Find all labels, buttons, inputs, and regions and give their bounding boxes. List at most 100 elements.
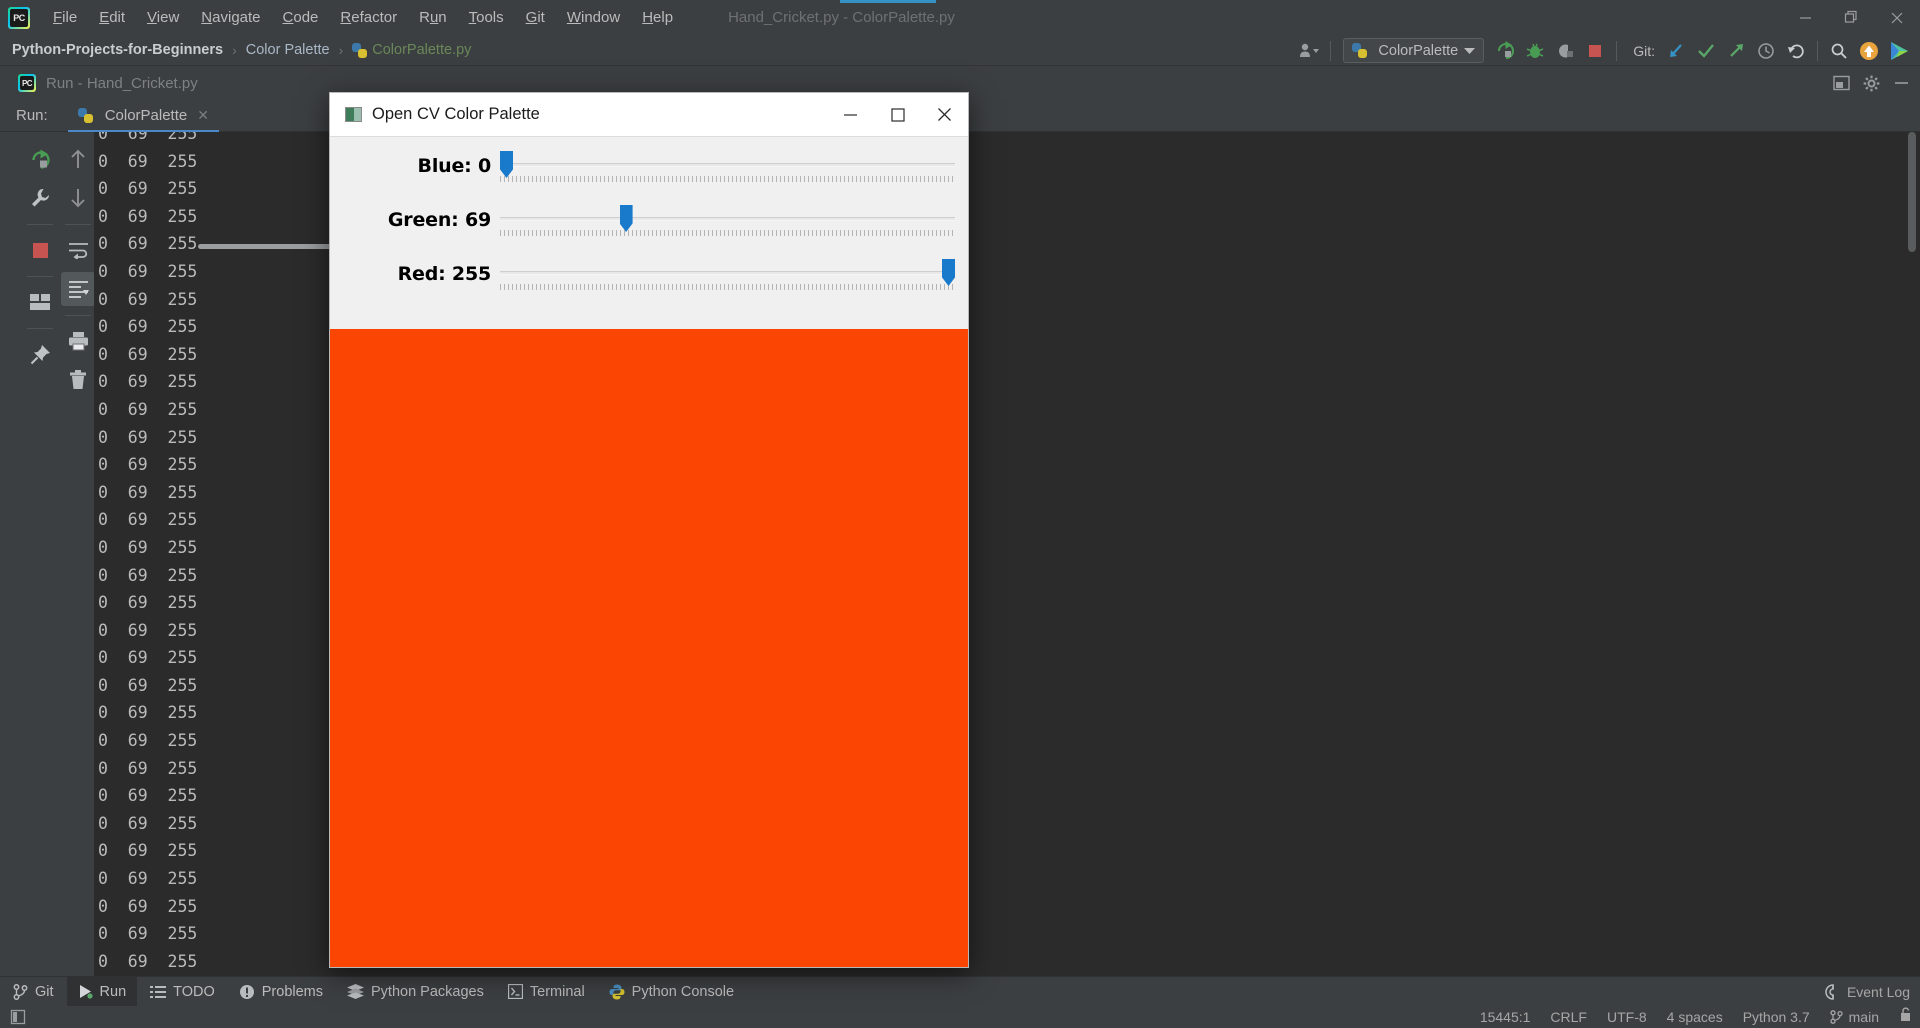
- ide-features-trainer-icon[interactable]: [1884, 38, 1914, 64]
- menu-file[interactable]: File: [42, 5, 88, 30]
- trackbar-blue-thumb[interactable]: [500, 151, 513, 178]
- toolbar-divider: [1330, 40, 1332, 61]
- trackbar-green-thumb[interactable]: [619, 205, 633, 232]
- opencv-color-palette-window[interactable]: Open CV Color Palette Blue: 0 Green: 69 …: [329, 92, 969, 968]
- trackbar-green[interactable]: Green: 69: [330, 203, 970, 249]
- update-available-icon[interactable]: [1854, 38, 1884, 64]
- git-history-button[interactable]: [1751, 38, 1781, 64]
- opencv-close-button[interactable]: [921, 93, 968, 137]
- tool-window-button-terminal[interactable]: Terminal: [497, 977, 596, 1007]
- event-log-button[interactable]: Event Log: [1825, 984, 1910, 1000]
- trackbar-red-label: Red: 255: [397, 263, 492, 285]
- toolbar-divider: [65, 315, 91, 316]
- minimize-button[interactable]: [1782, 0, 1828, 35]
- problems-icon: [239, 984, 254, 999]
- git-commit-button[interactable]: [1691, 38, 1721, 64]
- caret-position[interactable]: 15445:1: [1480, 1009, 1531, 1025]
- console-vertical-scrollbar[interactable]: [1908, 132, 1916, 252]
- breadcrumb-folder[interactable]: Color Palette: [246, 42, 330, 58]
- opencv-maximize-button[interactable]: [874, 93, 921, 137]
- run-configuration-selector[interactable]: ColorPalette: [1343, 38, 1485, 63]
- tool-window-button-python-packages[interactable]: Python Packages: [336, 977, 495, 1007]
- run-icon: [79, 985, 93, 999]
- status-bar: 15445:1 CRLF UTF-8 4 spaces Python 3.7 m…: [0, 1006, 1920, 1028]
- toolbar-divider: [27, 224, 53, 225]
- tab-label: ColorPalette: [104, 107, 188, 124]
- file-encoding[interactable]: UTF-8: [1607, 1009, 1647, 1025]
- close-button[interactable]: [1874, 0, 1920, 35]
- line-separator[interactable]: CRLF: [1550, 1009, 1587, 1025]
- tool-window-button-todo[interactable]: TODO: [139, 977, 226, 1007]
- tool-window-button-problems[interactable]: Problems: [228, 977, 334, 1007]
- scroll-to-end-icon[interactable]: [61, 272, 95, 306]
- opencv-window-title: Open CV Color Palette: [372, 105, 540, 123]
- hide-icon[interactable]: [1826, 70, 1856, 96]
- soft-wrap-icon[interactable]: [61, 233, 95, 267]
- tool-window-label: TODO: [173, 983, 215, 1000]
- tool-window-button-run[interactable]: Run: [66, 976, 138, 1007]
- git-update-button[interactable]: [1661, 38, 1691, 64]
- opencv-window-titlebar[interactable]: Open CV Color Palette: [330, 93, 968, 137]
- menu-run[interactable]: Run: [408, 5, 458, 30]
- branch-name: main: [1848, 1009, 1879, 1025]
- stop-button[interactable]: [1580, 38, 1610, 64]
- lock-icon[interactable]: [1899, 1007, 1912, 1027]
- restore-button[interactable]: [1828, 0, 1874, 35]
- tool-window-label: Problems: [261, 983, 324, 1000]
- navigation-bar: Python-Projects-for-Beginners › Color Pa…: [0, 35, 1920, 66]
- git-branch-widget[interactable]: main: [1829, 1009, 1879, 1025]
- trackbar-green-track[interactable]: [500, 203, 955, 243]
- rerun-button[interactable]: [23, 142, 57, 176]
- run-button[interactable]: [1490, 38, 1520, 64]
- trackbar-rail: [500, 271, 955, 275]
- trackbar-red-thumb[interactable]: [942, 259, 955, 286]
- user-settings-icon[interactable]: [1294, 38, 1324, 64]
- tool-window-button-git[interactable]: Git: [2, 977, 65, 1007]
- chevron-down-icon: [1464, 47, 1476, 54]
- menu-code[interactable]: Code: [272, 5, 330, 30]
- arrow-down-icon[interactable]: [61, 181, 95, 215]
- show-tool-windows-icon[interactable]: [10, 1009, 26, 1025]
- tab-colorpalette[interactable]: ColorPalette ✕: [67, 100, 220, 132]
- run-tool-window-title: Run - Hand_Cricket.py: [46, 74, 198, 92]
- git-push-button[interactable]: [1721, 38, 1751, 64]
- breadcrumb-project[interactable]: Python-Projects-for-Beginners: [12, 42, 223, 58]
- trackbar-red-track[interactable]: [500, 257, 955, 297]
- tool-window-button-python-console[interactable]: Python Console: [598, 977, 745, 1007]
- event-log-label: Event Log: [1846, 983, 1910, 1000]
- menu-git[interactable]: Git: [515, 5, 556, 30]
- todo-list-icon: [150, 985, 167, 998]
- breadcrumb-file[interactable]: ColorPalette.py: [352, 42, 471, 58]
- indent-setting[interactable]: 4 spaces: [1667, 1009, 1723, 1025]
- debug-button[interactable]: [1520, 38, 1550, 64]
- gear-icon[interactable]: [1856, 70, 1886, 96]
- tool-window-label: Terminal: [529, 983, 585, 1000]
- menu-tools[interactable]: Tools: [458, 5, 515, 30]
- wrench-icon[interactable]: [23, 181, 57, 215]
- menu-view[interactable]: View: [136, 5, 190, 30]
- stop-square-icon[interactable]: [23, 233, 57, 267]
- left-gutter-strip: [0, 132, 18, 976]
- menu-window[interactable]: Window: [556, 5, 631, 30]
- trackbar-blue[interactable]: Blue: 0: [330, 149, 970, 195]
- python-interpreter[interactable]: Python 3.7: [1743, 1009, 1810, 1025]
- close-icon[interactable]: ✕: [197, 107, 209, 124]
- arrow-up-icon[interactable]: [61, 142, 95, 176]
- print-icon[interactable]: [61, 324, 95, 358]
- git-rollback-button[interactable]: [1781, 38, 1811, 64]
- pin-icon[interactable]: [23, 337, 57, 371]
- trackbar-red[interactable]: Red: 255: [330, 257, 970, 303]
- menu-navigate[interactable]: Navigate: [190, 5, 271, 30]
- opencv-minimize-button[interactable]: [827, 93, 874, 137]
- trackbar-rail: [500, 217, 955, 221]
- trackbar-blue-track[interactable]: [500, 149, 955, 189]
- toolbar-divider: [27, 276, 53, 277]
- menu-help[interactable]: Help: [631, 5, 684, 30]
- trash-icon[interactable]: [61, 363, 95, 397]
- search-icon[interactable]: [1824, 38, 1854, 64]
- layout-icon[interactable]: [23, 285, 57, 319]
- menu-edit[interactable]: Edit: [88, 5, 136, 30]
- menu-refactor[interactable]: Refactor: [329, 5, 408, 30]
- minimize-tool-window-button[interactable]: [1886, 70, 1916, 96]
- run-with-coverage-button[interactable]: [1550, 38, 1580, 64]
